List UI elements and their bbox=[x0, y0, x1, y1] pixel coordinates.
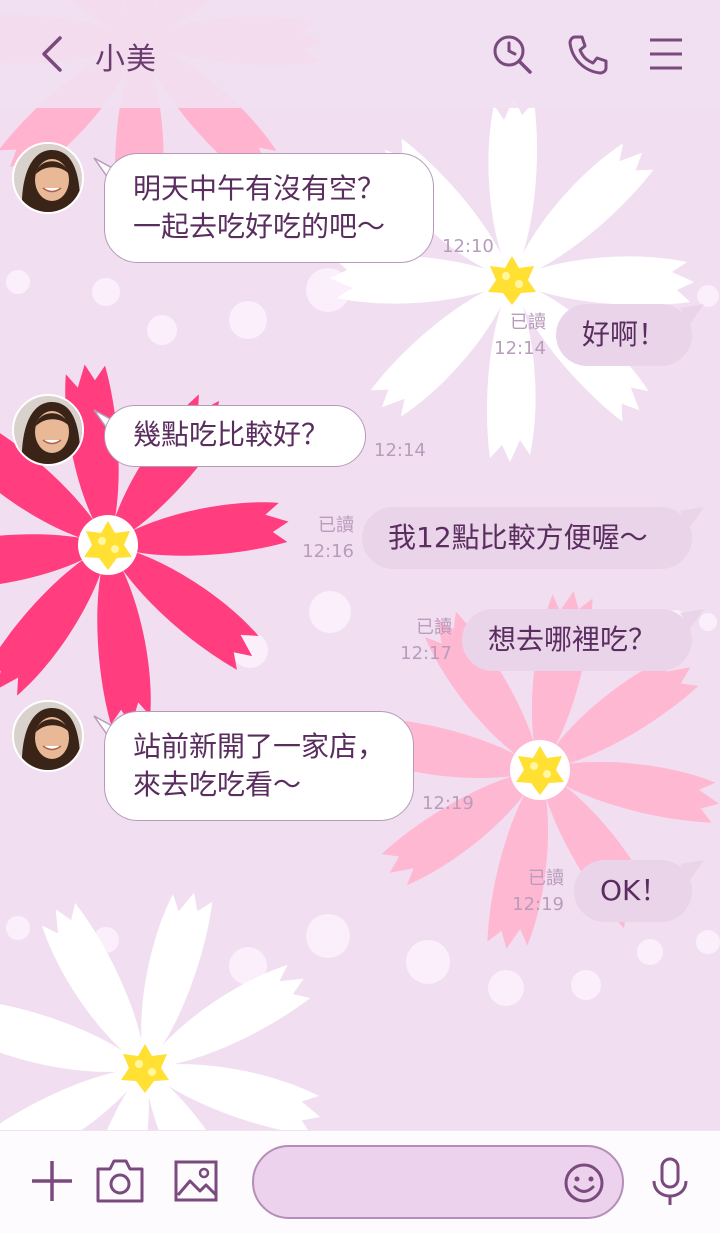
chat-title: 小美 bbox=[95, 42, 157, 77]
camera-icon[interactable] bbox=[90, 1151, 150, 1211]
message-bubble-outgoing[interactable]: 想去哪裡吃？ bbox=[462, 609, 692, 671]
message-bubble-outgoing[interactable]: 我12點比較方便喔〜 bbox=[362, 507, 692, 569]
message-composer bbox=[0, 1130, 720, 1233]
read-receipt: 已讀 bbox=[416, 617, 452, 638]
menu-icon[interactable] bbox=[644, 32, 688, 76]
plus-icon[interactable] bbox=[22, 1151, 82, 1211]
message-bubble-incoming[interactable]: 明天中午有沒有空？ 一起去吃好吃的吧〜 bbox=[104, 153, 434, 263]
chevron-left-icon[interactable] bbox=[34, 34, 70, 74]
read-receipt: 已讀 bbox=[528, 868, 564, 889]
avatar[interactable] bbox=[12, 394, 84, 466]
message-time: 12:17 bbox=[400, 643, 452, 664]
avatar[interactable] bbox=[12, 142, 84, 214]
bubble-tail bbox=[680, 507, 704, 527]
message-time: 12:14 bbox=[494, 338, 546, 359]
message-list[interactable]: 明天中午有沒有空？ 一起去吃好吃的吧〜 12:10 已讀 12:14 好啊！ 幾… bbox=[0, 108, 720, 1130]
avatar-photo bbox=[14, 144, 82, 212]
message-time: 12:16 bbox=[302, 541, 354, 562]
message-time: 12:10 bbox=[442, 236, 494, 257]
image-icon[interactable] bbox=[166, 1151, 226, 1211]
avatar[interactable] bbox=[12, 700, 84, 772]
bubble-tail bbox=[680, 304, 704, 324]
bubble-tail bbox=[680, 860, 704, 880]
smiley-icon[interactable] bbox=[560, 1159, 608, 1207]
read-receipt: 已讀 bbox=[510, 312, 546, 333]
microphone-icon[interactable] bbox=[640, 1151, 700, 1211]
message-time: 12:19 bbox=[422, 793, 474, 814]
message-bubble-outgoing[interactable]: 好啊！ bbox=[556, 304, 692, 366]
message-bubble-outgoing[interactable]: OK！ bbox=[574, 860, 692, 922]
avatar-photo bbox=[14, 396, 82, 464]
message-time: 12:19 bbox=[512, 894, 564, 915]
message-bubble-incoming[interactable]: 站前新開了一家店， 來去吃吃看〜 bbox=[104, 711, 414, 821]
search-clock-icon[interactable] bbox=[490, 32, 534, 76]
message-bubble-incoming[interactable]: 幾點吃比較好？ bbox=[104, 405, 366, 467]
phone-icon[interactable] bbox=[566, 32, 610, 76]
message-input[interactable] bbox=[276, 1161, 560, 1207]
read-receipt: 已讀 bbox=[318, 515, 354, 536]
chat-header: 小美 bbox=[0, 0, 720, 108]
message-time: 12:14 bbox=[374, 440, 426, 461]
avatar-photo bbox=[14, 702, 82, 770]
bubble-tail bbox=[680, 609, 704, 629]
message-input-container[interactable] bbox=[252, 1145, 624, 1219]
